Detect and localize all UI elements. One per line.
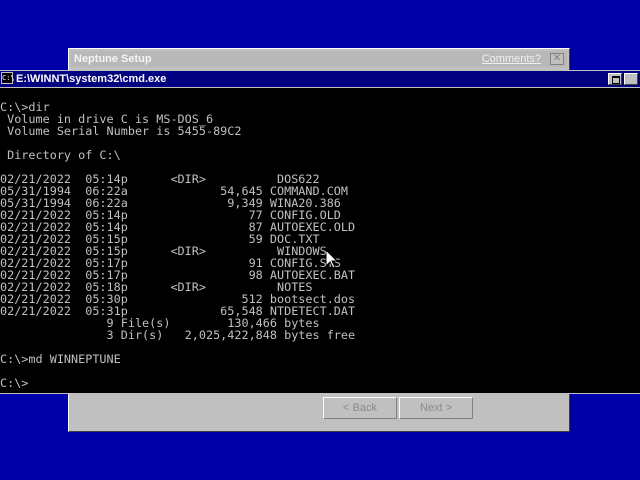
comments-link[interactable]: Comments? xyxy=(482,52,541,66)
cmd-window-title: E:\WINNT\system32\cmd.exe xyxy=(16,73,167,85)
setup-close-button[interactable]: ✕ xyxy=(550,53,564,65)
cmd-titlebar[interactable]: C:\ E:\WINNT\system32\cmd.exe xyxy=(0,71,640,87)
mouse-cursor-icon xyxy=(326,250,338,269)
cmd-window[interactable]: C:\ E:\WINNT\system32\cmd.exe C:\>dir Vo… xyxy=(0,70,640,394)
back-button[interactable]: < Back xyxy=(323,397,397,419)
console-line: C:\> xyxy=(0,376,29,390)
setup-title: Neptune Setup xyxy=(74,53,152,65)
next-button[interactable]: Next > xyxy=(399,397,473,419)
cmd-app-icon[interactable]: C:\ xyxy=(1,72,15,84)
setup-titlebar: Neptune Setup Comments? ✕ xyxy=(71,51,567,67)
console-area[interactable]: C:\>dir Volume in drive C is MS-DOS_6 Vo… xyxy=(0,88,640,393)
restore-icon xyxy=(612,76,620,84)
cmd-close-button[interactable] xyxy=(624,73,638,85)
console-line: 3 Dir(s) 2,025,422,848 bytes free xyxy=(0,328,356,342)
console-output: C:\>dir Volume in drive C is MS-DOS_6 Vo… xyxy=(0,101,355,389)
console-line: Volume Serial Number is 5455-89C2 xyxy=(0,124,242,138)
console-line: C:\>md WINNEPTUNE xyxy=(0,352,121,366)
restore-button[interactable] xyxy=(608,73,622,85)
console-line: Directory of C:\ xyxy=(0,148,121,162)
